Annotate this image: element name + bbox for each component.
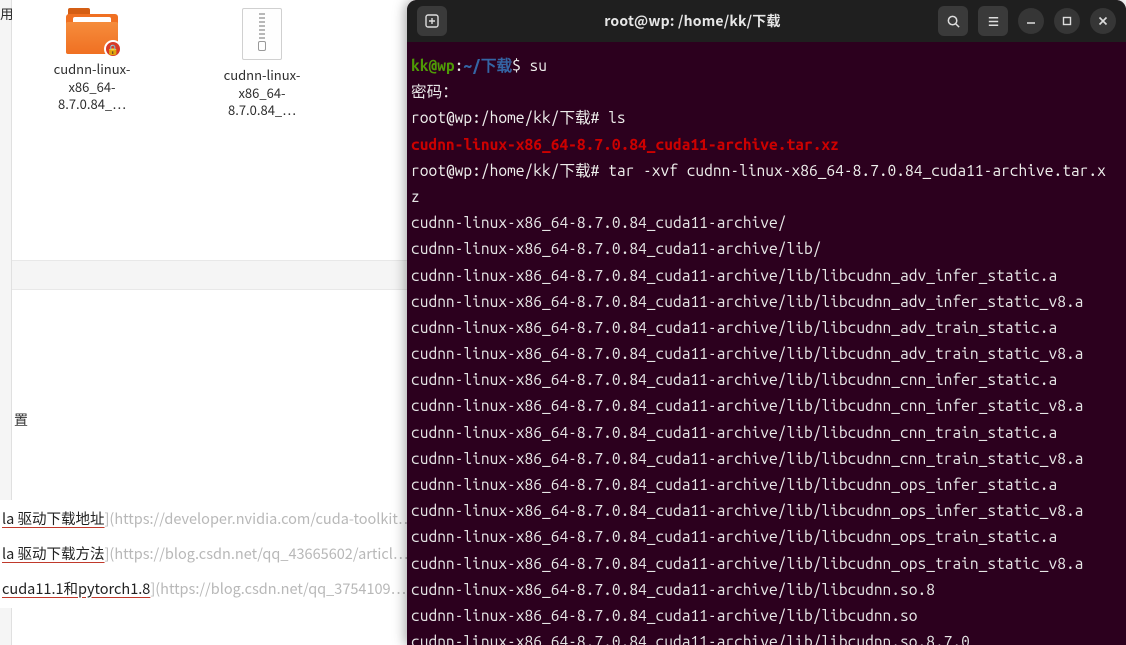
terminal-line: cudnn-linux-x86_64-8.7.0.84_cuda11-archi… bbox=[411, 366, 1122, 392]
link-anchor: la 驱动下载方法 bbox=[2, 543, 105, 564]
terminal-line: cudnn-linux-x86_64-8.7.0.84_cuda11-archi… bbox=[411, 628, 1122, 645]
terminal-line: cudnn-linux-x86_64-8.7.0.84_cuda11-archi… bbox=[411, 288, 1122, 314]
sidebar-settings-label: 置 bbox=[12, 410, 407, 430]
link-rest: ](https://blog.csdn.net/qq_43665602/arti… bbox=[105, 543, 409, 564]
close-button[interactable] bbox=[1090, 8, 1116, 34]
archive-icon bbox=[242, 8, 282, 60]
background-document: la 驱动下载地址](https://developer.nvidia.com/… bbox=[0, 500, 407, 608]
file-item-folder[interactable]: 🔒 cudnn-linux- x86_64- 8.7.0.84_… bbox=[32, 8, 152, 119]
terminal-line: cudnn-linux-x86_64-8.7.0.84_cuda11-archi… bbox=[411, 576, 1122, 602]
background-link[interactable]: cuda11.1和pytorch1.8](https://blog.csdn.n… bbox=[2, 572, 405, 607]
minimize-button[interactable] bbox=[1018, 8, 1044, 34]
terminal-line: cudnn-linux-x86_64-8.7.0.84_cuda11-archi… bbox=[411, 262, 1122, 288]
file-label-line: x86_64- bbox=[68, 77, 115, 96]
terminal-line: kk@wp:~/下载$ su bbox=[411, 52, 1122, 78]
terminal-line: z bbox=[411, 183, 1122, 209]
terminal-window: root@wp: /home/kk/下载 kk@wp:~/下载$ su密码：ro… bbox=[407, 0, 1126, 645]
terminal-line: cudnn-linux-x86_64-8.7.0.84_cuda11-archi… bbox=[411, 392, 1122, 418]
link-anchor: cuda11.1和pytorch1.8 bbox=[2, 578, 150, 599]
terminal-line: cudnn-linux-x86_64-8.7.0.84_cuda11-archi… bbox=[411, 445, 1122, 471]
menu-button[interactable] bbox=[978, 6, 1008, 36]
sidebar-selected-row bbox=[12, 260, 407, 290]
terminal-body[interactable]: kk@wp:~/下载$ su密码：root@wp:/home/kk/下载# ls… bbox=[407, 42, 1126, 645]
terminal-line: cudnn-linux-x86_64-8.7.0.84_cuda11-archi… bbox=[411, 209, 1122, 235]
maximize-button[interactable] bbox=[1054, 8, 1080, 34]
link-rest: ](https://developer.nvidia.com/cuda-tool… bbox=[105, 508, 414, 529]
lock-icon: 🔒 bbox=[104, 40, 122, 58]
terminal-line: cudnn-linux-x86_64-8.7.0.84_cuda11-archi… bbox=[411, 602, 1122, 628]
new-tab-button[interactable] bbox=[417, 6, 447, 36]
menu-icon bbox=[986, 14, 1001, 29]
search-button[interactable] bbox=[938, 6, 968, 36]
background-link[interactable]: la 驱动下载地址](https://developer.nvidia.com/… bbox=[2, 502, 405, 537]
file-label-line: 8.7.0.84_… bbox=[228, 100, 296, 119]
sidebar-top-label: 用 bbox=[0, 0, 11, 30]
terminal-line: cudnn-linux-x86_64-8.7.0.84_cuda11-archi… bbox=[411, 523, 1122, 549]
terminal-line: cudnn-linux-x86_64-8.7.0.84_cuda11-archi… bbox=[411, 550, 1122, 576]
terminal-line: cudnn-linux-x86_64-8.7.0.84_cuda11-archi… bbox=[411, 131, 1122, 157]
background-link[interactable]: la 驱动下载方法](https://blog.csdn.net/qq_4366… bbox=[2, 537, 405, 572]
link-anchor: la 驱动下载地址 bbox=[2, 508, 105, 529]
new-tab-icon bbox=[424, 13, 440, 29]
terminal-title: root@wp: /home/kk/下载 bbox=[455, 11, 930, 31]
terminal-titlebar[interactable]: root@wp: /home/kk/下载 bbox=[407, 0, 1126, 42]
terminal-line: 密码： bbox=[411, 78, 1122, 104]
file-label-line: cudnn-linux- bbox=[224, 65, 301, 84]
terminal-line: cudnn-linux-x86_64-8.7.0.84_cuda11-archi… bbox=[411, 471, 1122, 497]
close-icon bbox=[1097, 15, 1109, 27]
terminal-line: cudnn-linux-x86_64-8.7.0.84_cuda11-archi… bbox=[411, 314, 1122, 340]
terminal-line: root@wp:/home/kk/下载# tar -xvf cudnn-linu… bbox=[411, 157, 1122, 183]
terminal-line: cudnn-linux-x86_64-8.7.0.84_cuda11-archi… bbox=[411, 235, 1122, 261]
terminal-line: cudnn-linux-x86_64-8.7.0.84_cuda11-archi… bbox=[411, 497, 1122, 523]
file-item-archive[interactable]: cudnn-linux- x86_64- 8.7.0.84_… bbox=[202, 8, 322, 119]
file-label-line: cudnn-linux- bbox=[54, 59, 131, 78]
search-icon bbox=[946, 14, 961, 29]
file-label-line: x86_64- bbox=[238, 83, 285, 102]
terminal-line: cudnn-linux-x86_64-8.7.0.84_cuda11-archi… bbox=[411, 340, 1122, 366]
folder-icon: 🔒 bbox=[66, 8, 118, 54]
terminal-line: cudnn-linux-x86_64-8.7.0.84_cuda11-archi… bbox=[411, 419, 1122, 445]
file-label-line: 8.7.0.84_… bbox=[58, 94, 126, 113]
maximize-icon bbox=[1061, 15, 1073, 27]
link-rest: ](https://blog.csdn.net/qq_3754109… bbox=[150, 578, 406, 599]
minimize-icon bbox=[1025, 15, 1037, 27]
terminal-line: root@wp:/home/kk/下载# ls bbox=[411, 104, 1122, 130]
